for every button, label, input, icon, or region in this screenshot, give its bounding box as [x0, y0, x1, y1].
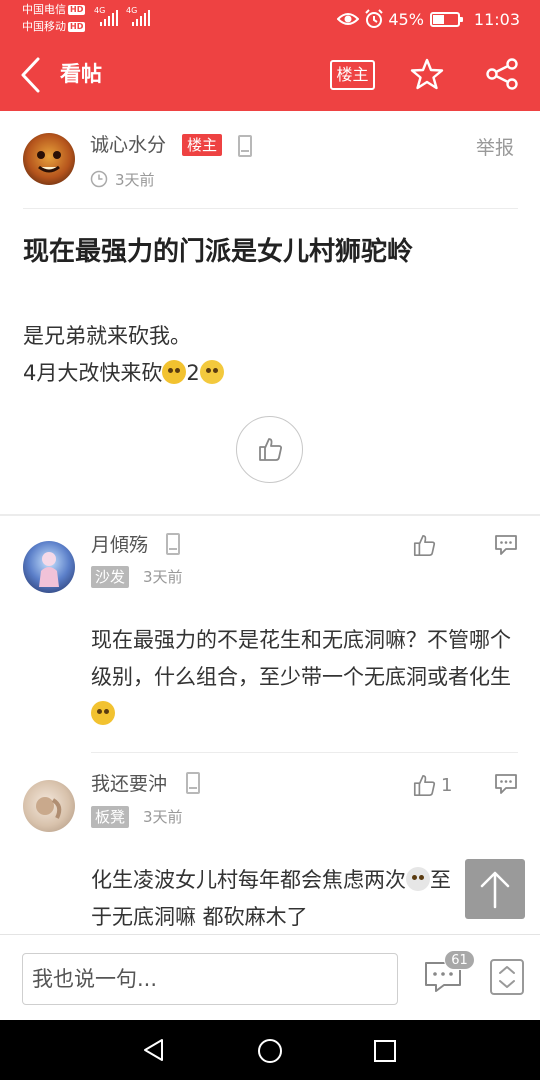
clock-icon: [90, 170, 108, 188]
thumbs-up-icon[interactable]: [412, 533, 436, 557]
nav-home-icon[interactable]: [257, 1038, 283, 1064]
section-divider: [0, 514, 540, 516]
battery-fill: [432, 14, 444, 24]
floor-badge: 板凳: [91, 806, 130, 828]
system-nav-bar: [0, 1020, 540, 1080]
back-arrow-icon[interactable]: [18, 56, 44, 94]
floor-badge: 沙发: [91, 566, 130, 588]
reply-time: 3天前: [143, 808, 183, 826]
anxious-emoji-icon: [406, 867, 430, 891]
post-body-line: 是兄弟就来砍我。: [23, 324, 191, 348]
mobile-device-icon: [186, 772, 200, 794]
post-time: 3天前: [115, 171, 155, 189]
reply-author-name[interactable]: 我还要沖: [91, 771, 167, 797]
sad-emoji-icon: [162, 360, 187, 384]
comment-icon[interactable]: [494, 773, 518, 795]
reply-author-avatar[interactable]: [23, 780, 75, 832]
divider: [91, 752, 518, 753]
post-title: 现在最强力的门派是女儿村狮驼岭: [23, 237, 414, 267]
clock: 11:03: [473, 9, 520, 29]
mobile-device-icon: [166, 533, 180, 555]
battery-percent: 45%: [388, 9, 424, 29]
thumbs-up-icon: [259, 438, 282, 461]
mobile-device-icon: [238, 135, 252, 157]
signal-icon-2: [132, 8, 154, 26]
favorite-star-icon[interactable]: [410, 57, 444, 91]
comment-input[interactable]: 我也说一句...: [22, 953, 398, 1005]
carrier-2: 中国移动 HD: [22, 20, 86, 33]
share-icon[interactable]: [485, 57, 519, 91]
post-author-avatar[interactable]: [23, 133, 75, 185]
page-nav-icon[interactable]: [490, 959, 524, 995]
comment-icon[interactable]: [494, 534, 518, 556]
drool-emoji-icon: [199, 360, 224, 384]
op-badge: 楼主: [182, 134, 223, 156]
battery-icon: [429, 11, 463, 27]
reply-author-name[interactable]: 月傾殇: [91, 532, 148, 558]
nav-recents-icon[interactable]: [373, 1039, 397, 1063]
back-to-top-button[interactable]: [465, 859, 525, 919]
like-count: 1: [441, 775, 453, 796]
reply-text: 现在最强力的不是花生和无底洞嘛？不管哪个级别，什么组合，至少带一个无底洞或者化生: [91, 622, 511, 733]
app-header: 中国电信 HD 中国移动 HD 4G 4G 45% 11:03 看帖 楼主: [0, 0, 540, 111]
divider: [23, 208, 518, 209]
post-author-name[interactable]: 诚心水分: [90, 132, 166, 158]
arrow-up-icon: [480, 871, 510, 909]
op-only-button[interactable]: 楼主: [330, 60, 375, 90]
comment-count-badge: 61: [444, 950, 475, 970]
bottom-bar: 我也说一句... 61: [0, 934, 540, 1020]
reply-text: 化生凌波女儿村每年都会焦虑两次至 于无底洞嘛 都砍麻木了: [91, 867, 451, 929]
page-title: 看帖: [60, 62, 102, 86]
alarm-icon: [365, 9, 384, 28]
navbar: 看帖 楼主: [0, 38, 540, 111]
nav-back-icon[interactable]: [142, 1038, 166, 1062]
post-body: 是兄弟就来砍我。 4月大改快来砍 2: [23, 318, 224, 392]
post-like-button[interactable]: [236, 416, 303, 483]
reply-time: 3天前: [143, 568, 183, 586]
report-button[interactable]: 举报: [476, 135, 514, 161]
reply-author-avatar[interactable]: [23, 541, 75, 593]
eye-icon: [337, 13, 360, 25]
post-body-line: 4月大改快来砍 2: [23, 355, 224, 392]
thumbs-up-icon[interactable]: [412, 773, 436, 797]
status-bar: 中国电信 HD 中国移动 HD 4G 4G 45% 11:03: [0, 0, 540, 38]
status-right: 45% 11:03: [337, 8, 520, 30]
stunned-emoji-icon: [91, 701, 115, 725]
signal-icon-1: [100, 8, 122, 26]
carrier-1: 中国电信 HD: [22, 3, 86, 16]
